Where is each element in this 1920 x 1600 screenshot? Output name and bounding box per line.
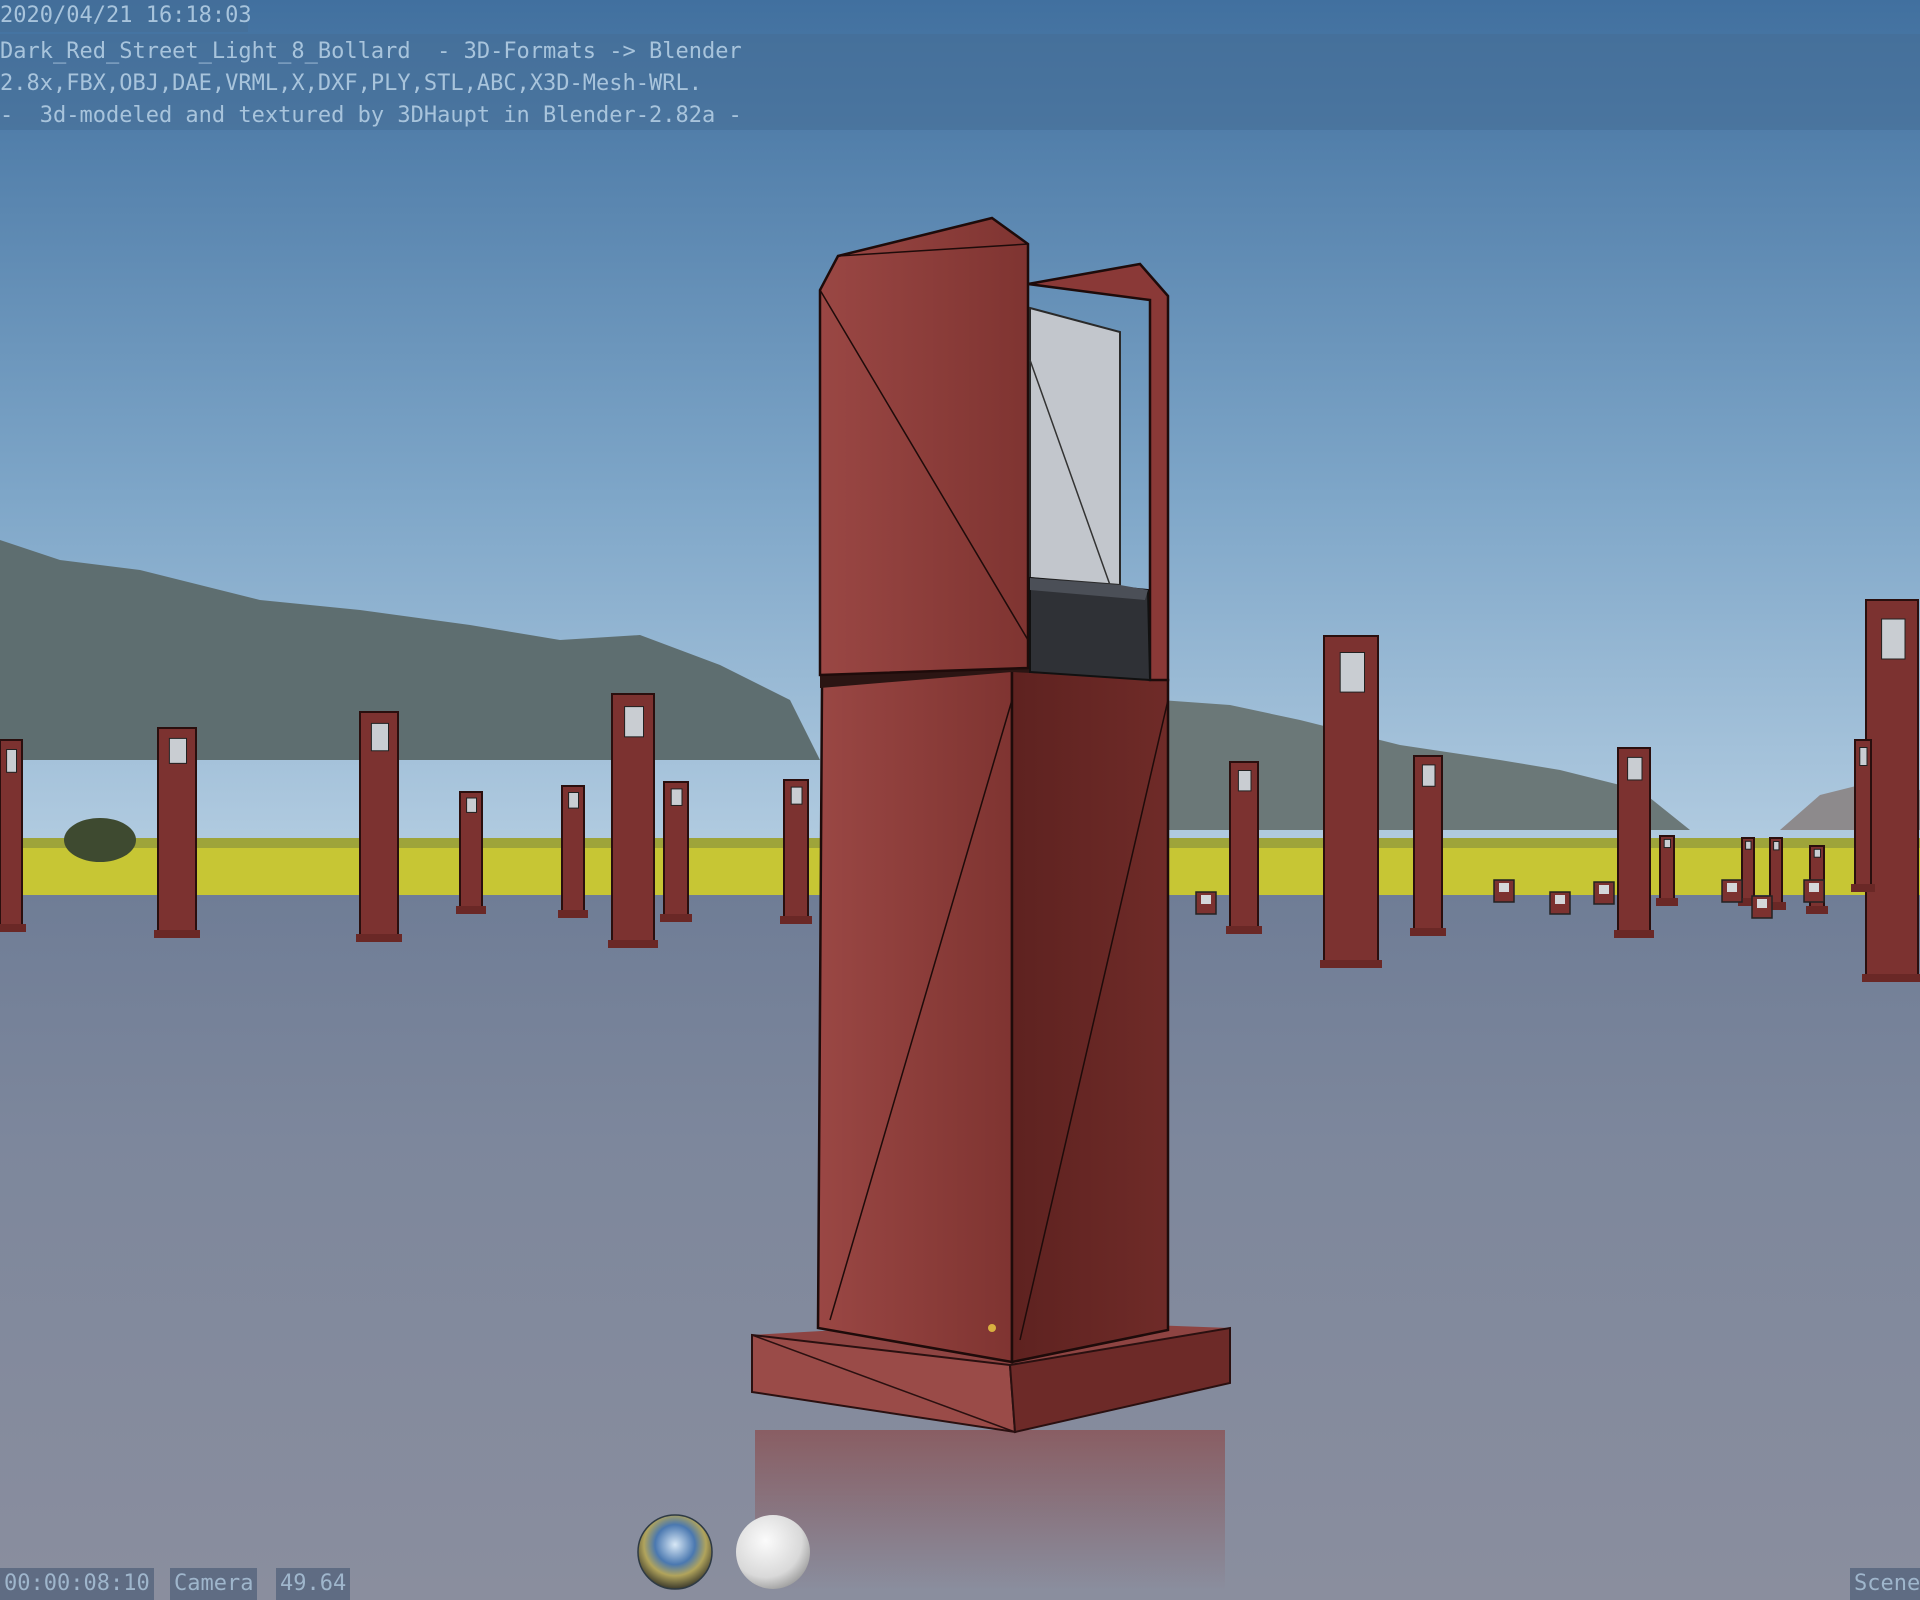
background-bollard-base <box>1851 884 1875 892</box>
background-bollard-base <box>1614 930 1654 938</box>
frame-time: 00:00:08:10 <box>0 1568 154 1600</box>
bollard-lower-front <box>816 666 1014 1364</box>
render-viewport[interactable] <box>0 0 1920 1600</box>
background-bollard-base <box>0 924 26 932</box>
background-bollard-lamp <box>568 792 579 809</box>
background-bollard-base <box>1226 926 1262 934</box>
background-bollard-base <box>154 930 200 938</box>
background-bollard-base <box>456 906 486 914</box>
camera-name: Camera <box>170 1568 258 1600</box>
background-bollard-lamp <box>1627 756 1643 781</box>
tree <box>64 818 136 862</box>
background-bollard-base <box>780 916 812 924</box>
bollard-reflection <box>755 1430 1225 1590</box>
background-bollard-lamp <box>624 706 644 738</box>
background-bollard-lamp <box>1773 841 1780 851</box>
background-bollard-lamp <box>466 797 478 813</box>
background-bollard-lamp <box>1859 747 1868 766</box>
background-bollard-base <box>1656 898 1678 906</box>
hdri-sphere-icon[interactable] <box>637 1514 713 1590</box>
background-bollard-lamp <box>1881 618 1906 660</box>
background-bollard-small-lamp <box>1599 885 1609 894</box>
bollard-lower-side <box>1010 666 1170 1364</box>
scene-name: Scene <box>1850 1568 1920 1600</box>
background-bollard-base <box>608 940 658 948</box>
render-formats: 2.8x,FBX,OBJ,DAE,VRML,X,DXF,PLY,STL,ABC,… <box>0 71 702 96</box>
background-bollard-base <box>1410 928 1446 936</box>
bollard-upper-front <box>818 216 1030 677</box>
background-bollard-lamp <box>1745 840 1752 850</box>
render-credit: - 3d-modeled and textured by 3DHaupt in … <box>0 103 742 128</box>
background-bollard-base <box>1862 974 1920 982</box>
main-bollard <box>751 216 1231 1590</box>
background-bollard-lamp <box>6 749 17 773</box>
background-bollard-small-lamp <box>1727 883 1737 892</box>
background-bollard-base <box>356 934 402 942</box>
background-bollard-lamp <box>1663 838 1671 849</box>
background-bollard-base <box>1320 960 1382 968</box>
render-title: Dark_Red_Street_Light_8_Bollard - 3D-For… <box>0 39 742 64</box>
background-bollard-lamp <box>670 788 683 806</box>
background-bollard-lamp <box>370 722 389 752</box>
matcap-sphere-icon[interactable] <box>736 1515 810 1589</box>
background-bollard-small-lamp <box>1757 899 1767 908</box>
background-bollard-small-lamp <box>1201 895 1211 904</box>
background-bollard-lamp <box>1237 770 1252 792</box>
focal-length: 49.64 <box>276 1568 351 1600</box>
bollard-screw <box>988 1324 996 1332</box>
background-bollard-base <box>1806 906 1828 914</box>
background-bollard-lamp <box>1813 848 1821 858</box>
background-bollard-base <box>660 914 692 922</box>
background-bollard-lamp <box>1421 764 1436 787</box>
background-bollard-small-lamp <box>1555 895 1565 904</box>
background-bollard-small-lamp <box>1499 883 1509 892</box>
background-bollard-base <box>558 910 588 918</box>
render-date: 2020/04/21 16:18:03 <box>0 3 252 28</box>
lamp-glass <box>1029 306 1121 587</box>
background-bollard-lamp <box>1339 652 1365 693</box>
background-bollard-lamp <box>168 737 187 764</box>
background-bollard-lamp <box>790 786 803 805</box>
background-bollard-small-lamp <box>1809 883 1819 892</box>
